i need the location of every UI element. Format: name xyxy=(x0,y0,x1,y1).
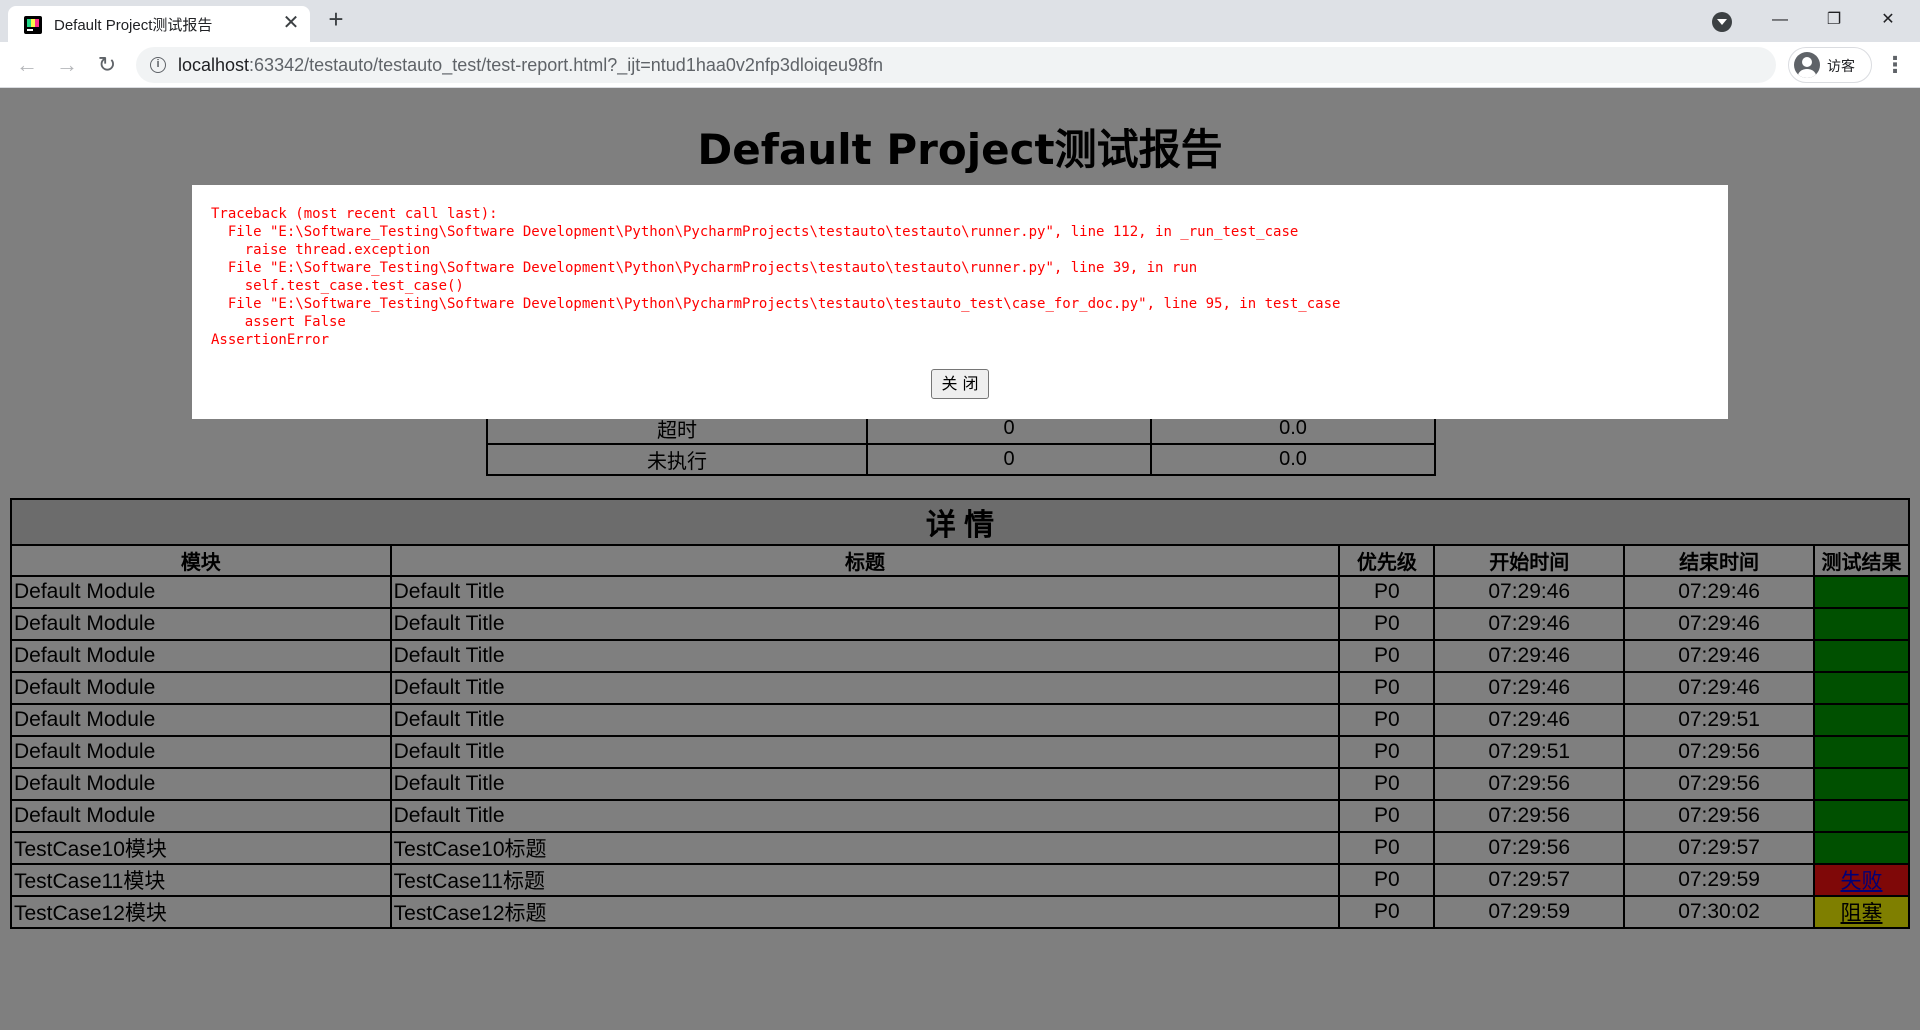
window-close-button[interactable]: ✕ xyxy=(1868,4,1908,36)
traceback-dialog: Traceback (most recent call last): File … xyxy=(192,185,1728,419)
url-path: :63342/testauto/testauto_test/test-repor… xyxy=(249,55,884,75)
url-text[interactable]: localhost:63342/testauto/testauto_test/t… xyxy=(178,55,883,76)
tab-search-icon[interactable] xyxy=(1712,12,1732,32)
browser-tab[interactable]: Default Project测试报告 ✕ xyxy=(8,6,310,42)
close-dialog-button[interactable]: 关 闭 xyxy=(931,369,989,399)
address-bar[interactable]: i localhost:63342/testauto/testauto_test… xyxy=(136,47,1776,83)
pycharm-favicon-icon xyxy=(24,16,42,34)
guest-avatar-icon xyxy=(1794,52,1820,78)
browser-menu-icon[interactable]: ⋮ xyxy=(1884,50,1906,80)
back-arrow-icon[interactable]: ← xyxy=(12,50,42,80)
traceback-text: Traceback (most recent call last): File … xyxy=(211,206,1341,348)
forward-arrow-icon[interactable]: → xyxy=(52,50,82,80)
guest-profile-button[interactable]: 访客 xyxy=(1788,47,1872,83)
url-host: localhost xyxy=(178,55,250,75)
restore-button[interactable]: ❐ xyxy=(1814,4,1854,36)
guest-label: 访客 xyxy=(1827,58,1855,74)
site-info-icon[interactable]: i xyxy=(150,57,166,73)
page-viewport: Default Project测试报告 超时 0 0.0 未执行 0 0.0 详… xyxy=(0,88,1920,1030)
reload-icon[interactable]: ↻ xyxy=(92,50,122,80)
address-toolbar: ← → ↻ i localhost:63342/testauto/testaut… xyxy=(0,42,1920,88)
tab-title: Default Project测试报告 xyxy=(54,17,213,34)
tab-strip: Default Project测试报告 ✕ + — ❐ ✕ xyxy=(0,0,1920,42)
minimize-button[interactable]: — xyxy=(1760,4,1800,36)
new-tab-button[interactable]: + xyxy=(322,6,350,34)
tab-close-icon[interactable]: ✕ xyxy=(280,12,302,34)
